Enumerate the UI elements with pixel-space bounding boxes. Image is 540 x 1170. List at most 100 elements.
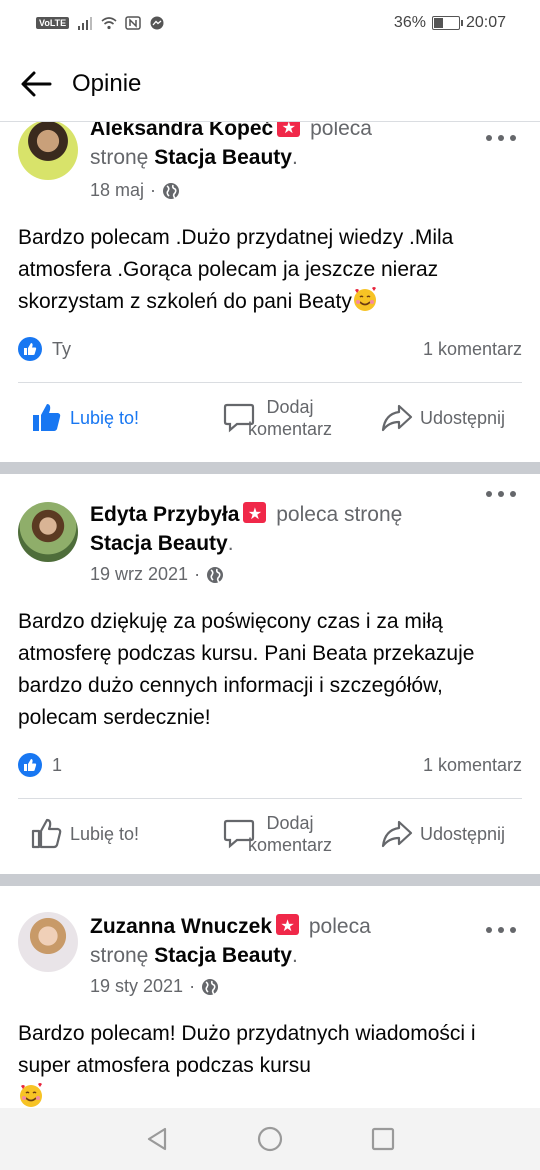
post-meta: 18 maj · [90,180,180,201]
share-icon [381,820,413,848]
thumbs-up-icon [33,404,61,431]
reviews-feed[interactable]: Aleksandra Kopeć poleca stronę Stacja Be… [0,122,540,1108]
review-text: Bardzo dziękuję za poświęcony czas i za … [18,606,524,734]
author-name[interactable]: Zuzanna Wnuczek [90,915,272,938]
recommend-icon [277,122,301,143]
status-bar: VoLTE 36% 20:07 [0,0,540,46]
system-navigation-bar [0,1108,540,1170]
more-options-button[interactable] [486,482,516,506]
nfc-icon [125,16,141,30]
comment-label-2: komentarz [248,835,333,855]
globe-icon [202,978,219,995]
meta-dot: · [194,564,201,584]
post-header: Aleksandra Kopeć poleca stronę Stacja Be… [90,122,480,172]
avatar[interactable] [18,122,78,180]
post-date[interactable]: 19 wrz 2021 [90,564,188,585]
battery-icon [431,16,463,30]
post-meta: 19 wrz 2021 · [90,564,224,585]
review-text: Bardzo polecam .Dużo przydatnej wiedzy .… [18,222,524,318]
back-button[interactable] [18,66,54,102]
share-button[interactable]: Udostępnij [380,383,505,453]
share-button[interactable]: Udostępnij [380,799,505,869]
triangle-back-icon [147,1127,166,1151]
page-name[interactable]: Stacja Beauty [90,532,228,555]
comment-label-1: Dodaj [266,397,314,417]
more-options-button[interactable] [486,126,516,150]
like-label: Lubię to! [70,407,140,428]
nav-recents-button[interactable] [368,1124,398,1154]
arrow-left-icon [21,71,52,96]
comment-label-2: komentarz [248,419,333,439]
meta-dot: · [150,180,157,200]
recommend-icon [276,912,300,941]
avatar[interactable] [18,502,78,562]
post-stats: Ty 1 komentarz [18,334,522,364]
review-text: Bardzo polecam! Dużo przydatnych wiadomo… [18,1018,524,1108]
likes-count: 1 [52,754,63,775]
globe-icon [207,566,224,583]
period: . [227,532,234,555]
more-options-button[interactable] [486,918,516,942]
review-text-content: Bardzo dziękuję za poświęcony czas i za … [18,610,475,729]
recommend-verb-2: stronę [90,944,149,967]
likes-summary[interactable]: 1 [18,753,62,777]
recommend-icon [243,500,267,529]
author-name[interactable]: Aleksandra Kopeć [90,122,273,140]
review-post: Zuzanna Wnuczek poleca stronę Stacja Bea… [0,886,540,1108]
clock: 20:07 [465,14,506,31]
smiling-face-with-hearts-icon [20,1083,42,1107]
review-text-content: Bardzo polecam! Dużo przydatnych wiadomo… [18,1022,476,1077]
status-right: 36% 20:07 [394,14,506,32]
post-date[interactable]: 18 maj [90,180,144,201]
battery-fill [433,18,444,28]
comment-label-1: Dodaj [266,813,314,833]
page-name[interactable]: Stacja Beauty [154,944,292,967]
post-stats: 1 1 komentarz [18,750,522,780]
like-button[interactable]: Lubię to! [30,799,139,869]
post-header: Zuzanna Wnuczek poleca stronę Stacja Bea… [90,912,480,970]
share-label: Udostępnij [420,823,506,844]
square-recents-icon [372,1127,395,1151]
status-icons: VoLTE [36,16,165,30]
page-title: Opinie [72,69,142,97]
author-name[interactable]: Edyta Przybyła [90,503,239,526]
likes-summary[interactable]: Ty [18,337,71,361]
review-post: Aleksandra Kopeć poleca stronę Stacja Be… [0,122,540,460]
post-actions: Lubię to! Dodaj komentarz Udostępnij [0,799,540,869]
smiling-face-with-hearts-icon [353,287,376,311]
like-button[interactable]: Lubię to! [30,383,139,453]
wifi-icon [101,17,117,30]
comments-count[interactable]: 1 komentarz [423,339,522,360]
volte-badge: VoLTE [36,17,70,29]
period: . [291,944,298,967]
recommend-verb: poleca [308,915,371,938]
like-label: Lubię to! [70,823,140,844]
recommend-verb: poleca stronę [276,503,403,526]
review-text-content: Bardzo polecam .Dużo przydatnej wiedzy .… [18,226,454,313]
post-header: Edyta Przybyła poleca stronę Stacja Beau… [90,500,480,558]
nav-back-button[interactable] [142,1124,172,1154]
globe-icon [163,182,180,199]
share-icon [381,404,413,432]
post-divider [0,462,540,474]
thumbs-up-icon [31,818,62,849]
review-post: Edyta Przybyła poleca stronę Stacja Beau… [0,474,540,886]
post-date[interactable]: 19 sty 2021 [90,976,183,997]
page-name[interactable]: Stacja Beauty [154,146,292,169]
like-reaction-icon [18,753,42,777]
battery-percent: 36% [393,14,426,31]
recommend-verb: poleca [310,122,372,140]
avatar[interactable] [18,912,78,972]
signal-icon [78,17,93,30]
messenger-icon [150,16,164,30]
comments-count[interactable]: 1 komentarz [423,755,522,776]
nav-home-button[interactable] [255,1124,285,1154]
post-actions: Lubię to! Dodaj komentarz Udostępnij [0,383,540,453]
comment-button[interactable]: Dodaj komentarz [222,799,332,869]
period: . [291,146,298,169]
circle-home-icon [257,1126,283,1152]
comment-button[interactable]: Dodaj komentarz [222,383,332,453]
likes-count: Ty [52,338,72,359]
meta-dot: · [189,976,196,996]
post-meta: 19 sty 2021 · [90,976,219,997]
